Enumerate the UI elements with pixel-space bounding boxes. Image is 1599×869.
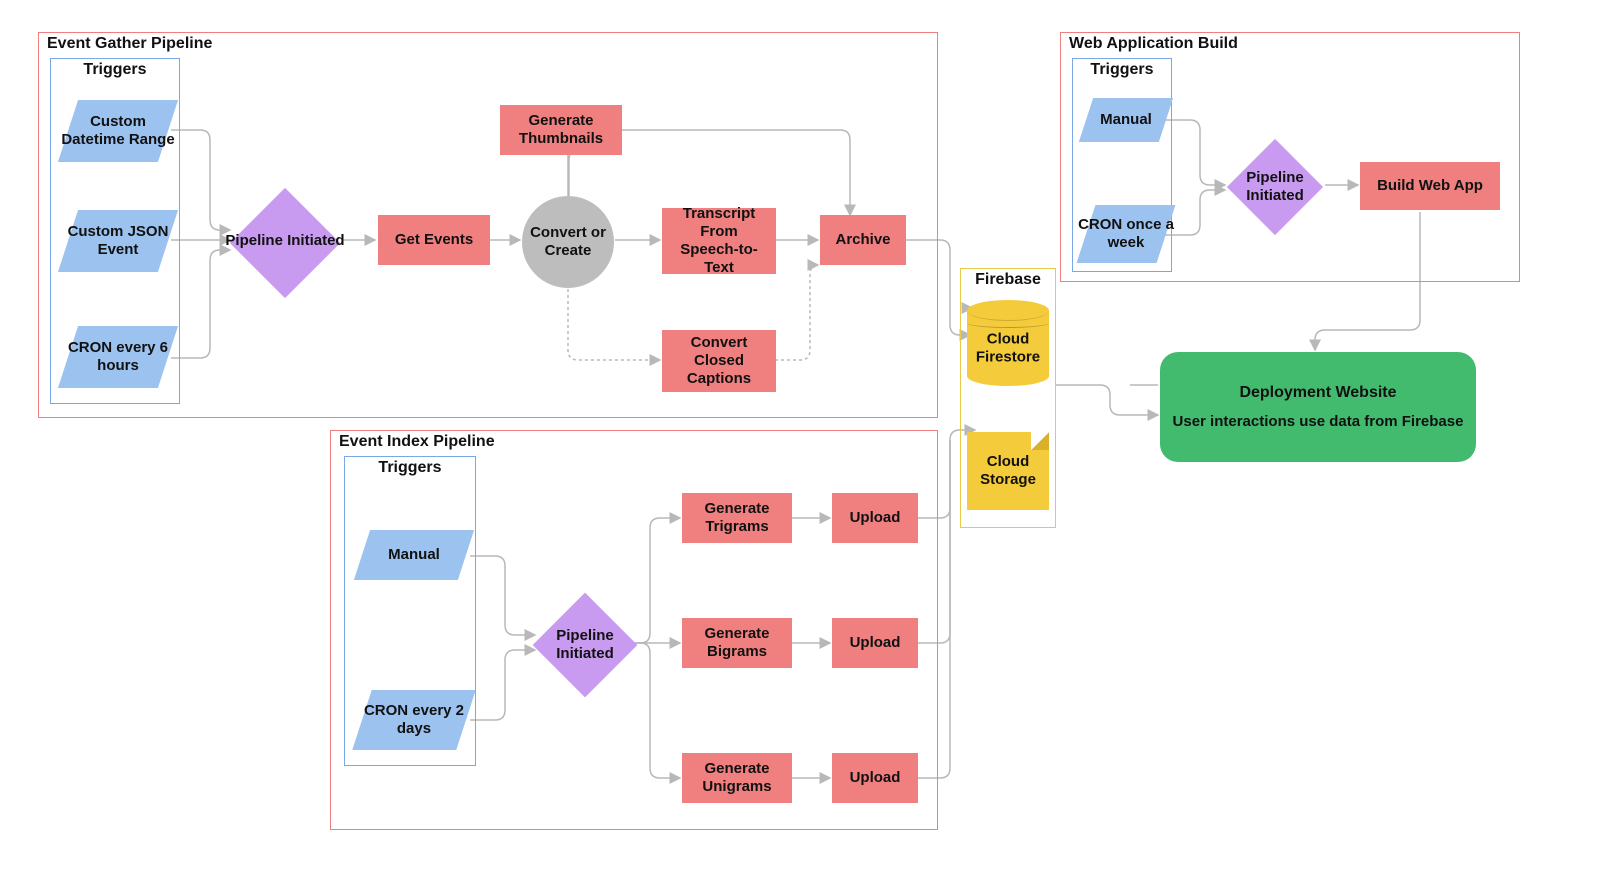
convert-or-create-label: Convert or Create — [522, 224, 614, 260]
gather-title: Event Gather Pipeline — [47, 35, 212, 53]
index-triggers-title: Triggers — [345, 459, 475, 477]
gen-uni-label: Generate Unigrams — [690, 760, 784, 796]
upload-3-box: Upload — [832, 753, 918, 803]
firebase-title: Firebase — [961, 271, 1055, 289]
upload-3-label: Upload — [850, 769, 901, 787]
archive-box: Archive — [820, 215, 906, 265]
transcript-box: Transcript From Speech-to-Text — [662, 208, 776, 274]
upload-1-label: Upload — [850, 509, 901, 527]
gen-thumbs-box: Generate Thumbnails — [500, 105, 622, 155]
index-pipeline-label: Pipeline Initiated — [528, 620, 642, 670]
gen-uni-box: Generate Unigrams — [682, 753, 792, 803]
cloud-firestore-db-icon: Cloud Firestore — [967, 310, 1049, 376]
cloud-storage-label: Cloud Storage — [967, 453, 1049, 489]
index-trigger-2-label: CRON every 2 days — [352, 690, 476, 750]
convert-cc-box: Convert Closed Captions — [662, 330, 776, 392]
convert-cc-label: Convert Closed Captions — [670, 334, 768, 388]
get-events-box: Get Events — [378, 215, 490, 265]
index-trigger-1-label: Manual — [352, 530, 476, 580]
upload-2-box: Upload — [832, 618, 918, 668]
upload-1-box: Upload — [832, 493, 918, 543]
gather-triggers-title: Triggers — [51, 61, 179, 79]
cloud-storage-note-icon: Cloud Storage — [967, 432, 1049, 510]
web-trigger-2-label: CRON once a week — [1076, 205, 1176, 263]
gen-bi-label: Generate Bigrams — [690, 625, 784, 661]
gather-trigger-3-label: CRON every 6 hours — [58, 326, 178, 388]
build-web-app-label: Build Web App — [1377, 177, 1483, 195]
transcript-label: Transcript From Speech-to-Text — [670, 205, 768, 277]
gen-tri-label: Generate Trigrams — [690, 500, 784, 536]
gather-pipeline-label: Pipeline Initiated — [225, 216, 345, 266]
build-web-app-box: Build Web App — [1360, 162, 1500, 210]
archive-label: Archive — [835, 231, 890, 249]
web-triggers-title: Triggers — [1073, 61, 1171, 79]
gather-trigger-1-label: Custom Datetime Range — [58, 100, 178, 162]
gen-tri-box: Generate Trigrams — [682, 493, 792, 543]
deploy-sub: User interactions use data from Firebase — [1173, 413, 1464, 431]
index-title: Event Index Pipeline — [339, 433, 495, 451]
gen-bi-box: Generate Bigrams — [682, 618, 792, 668]
web-trigger-1-label: Manual — [1076, 98, 1176, 142]
deploy-title: Deployment Website — [1239, 383, 1396, 402]
gen-thumbs-label: Generate Thumbnails — [508, 112, 614, 148]
web-title: Web Application Build — [1069, 35, 1238, 53]
web-pipeline-label: Pipeline Initiated — [1222, 163, 1328, 211]
gather-trigger-2-label: Custom JSON Event — [58, 210, 178, 272]
get-events-label: Get Events — [395, 231, 473, 249]
cloud-firestore-label: Cloud Firestore — [967, 330, 1049, 366]
deploy-website-box: Deployment Website User interactions use… — [1160, 352, 1476, 462]
convert-or-create-circle: Convert or Create — [522, 196, 614, 288]
upload-2-label: Upload — [850, 634, 901, 652]
